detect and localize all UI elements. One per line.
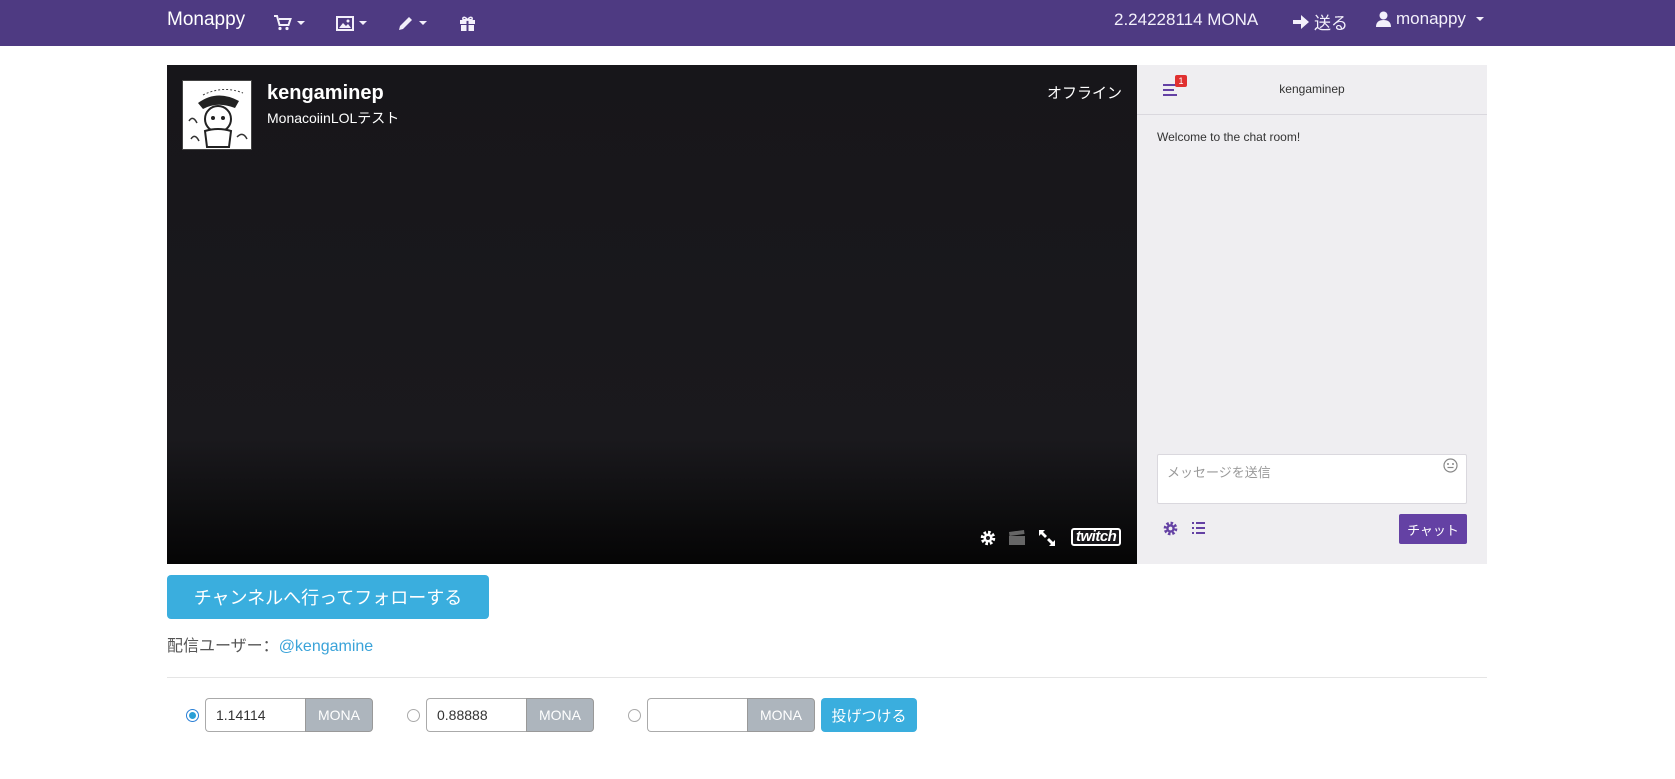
tip-radio-1[interactable] <box>186 708 199 722</box>
gift-icon <box>460 16 475 31</box>
notification-badge: 1 <box>1175 75 1187 87</box>
emoji-button[interactable] <box>1443 458 1458 478</box>
throw-tip-button[interactable]: 投げつける <box>821 698 917 732</box>
streamer-handle-link[interactable]: @kengamine <box>279 638 374 655</box>
chevron-down-icon <box>419 21 427 25</box>
gift-menu[interactable] <box>459 12 476 34</box>
chat-welcome-message: Welcome to the chat room! <box>1157 130 1301 144</box>
cart-icon <box>274 15 292 31</box>
tip-unit-3: MONA <box>747 698 815 732</box>
tip-amount-input-1[interactable] <box>205 698 305 732</box>
chevron-down-icon <box>297 21 305 25</box>
tip-amount-input-2[interactable] <box>426 698 526 732</box>
top-navbar: Monappy 2.24228114 MONA 送る monappy <box>0 0 1675 46</box>
clapper-icon <box>1009 530 1025 545</box>
channel-avatar[interactable] <box>182 80 252 150</box>
chat-send-button[interactable]: チャット <box>1399 514 1467 544</box>
offline-status: オフライン <box>1046 85 1122 102</box>
chevron-down-icon <box>359 21 367 25</box>
streamer-label: 配信ユーザー： <box>167 638 279 655</box>
chat-title: kengaminep <box>1279 82 1345 96</box>
user-icon <box>1376 11 1391 27</box>
smiley-icon <box>1443 458 1458 473</box>
fullscreen-button[interactable] <box>1038 528 1056 548</box>
follow-channel-button[interactable]: チャンネルへ行ってフォローする <box>167 575 489 619</box>
chevron-down-icon <box>1475 17 1484 21</box>
twitch-logo[interactable]: twitch <box>1071 528 1122 546</box>
gear-icon <box>1163 521 1178 536</box>
chat-panel: kengaminep 1 Welcome to the chat room! チ… <box>1137 65 1487 564</box>
tip-option-1: MONA <box>186 698 373 732</box>
user-label: monappy <box>1396 9 1466 28</box>
shop-menu[interactable] <box>274 12 305 34</box>
chat-header: kengaminep 1 <box>1137 65 1487 115</box>
brand-link[interactable]: Monappy <box>167 9 245 31</box>
tip-unit-1: MONA <box>305 698 373 732</box>
video-player[interactable]: kengaminep MonacoiinLOLテスト オフライン twitch <box>167 65 1137 564</box>
channel-name[interactable]: kengaminep <box>267 82 384 105</box>
tip-radio-3[interactable] <box>628 708 641 722</box>
write-menu[interactable] <box>397 12 427 34</box>
settings-button[interactable] <box>979 528 997 548</box>
list-icon <box>1192 522 1205 534</box>
chat-message-input[interactable] <box>1157 454 1467 504</box>
image-icon <box>336 15 354 31</box>
send-link[interactable]: 送る <box>1293 9 1348 34</box>
arrow-right-icon <box>1293 14 1309 29</box>
fullscreen-icon <box>1039 530 1055 546</box>
tip-amount-input-3[interactable] <box>647 698 747 732</box>
pencil-icon <box>399 16 412 30</box>
send-label: 送る <box>1314 14 1348 33</box>
tip-unit-2: MONA <box>526 698 594 732</box>
balance-display: 2.24228114 MONA <box>1114 10 1259 29</box>
gear-icon <box>980 530 996 546</box>
tip-radio-2[interactable] <box>407 708 420 722</box>
tip-option-3: MONA <box>628 698 815 732</box>
stream-title: MonacoiinLOLテスト <box>267 110 400 126</box>
divider <box>167 677 1487 678</box>
user-menu[interactable]: monappy <box>1376 9 1484 29</box>
clip-button[interactable] <box>1008 528 1026 548</box>
image-menu[interactable] <box>336 12 367 34</box>
viewer-list-button[interactable] <box>1192 521 1205 539</box>
tip-option-2: MONA <box>407 698 594 732</box>
streamer-info: 配信ユーザー：@kengamine <box>167 632 373 656</box>
chat-settings-button[interactable] <box>1162 520 1179 542</box>
